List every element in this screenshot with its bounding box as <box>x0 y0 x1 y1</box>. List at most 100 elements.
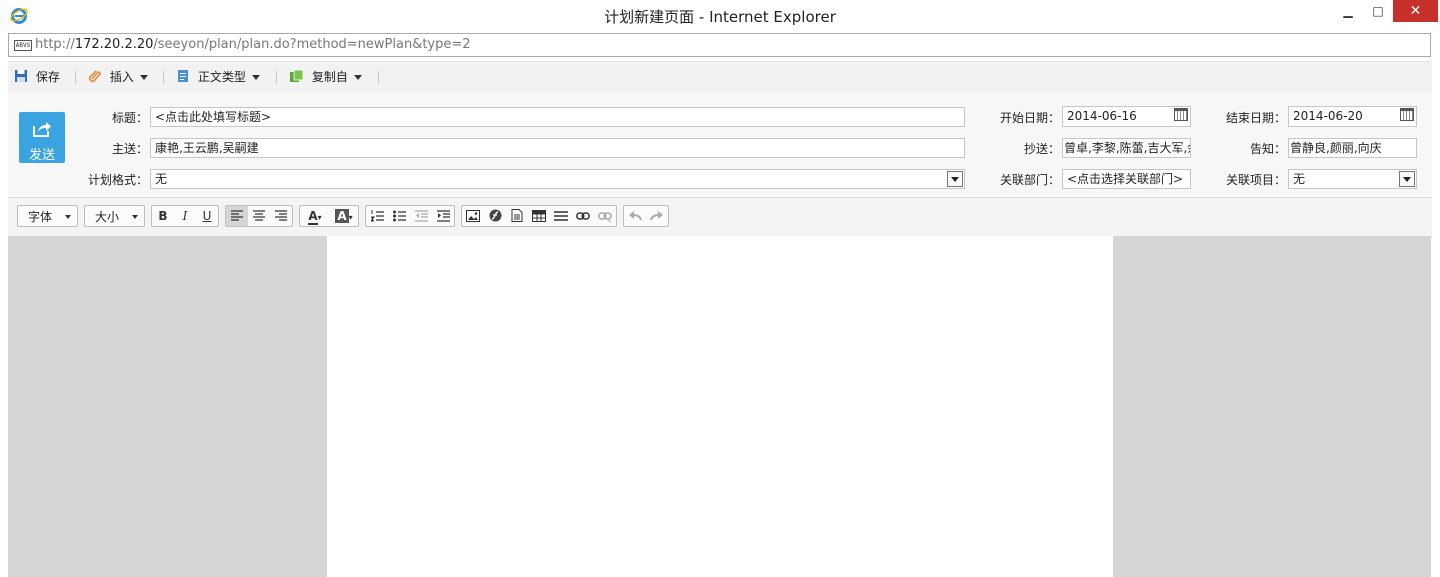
copy-from-label: 复制自 <box>311 70 348 84</box>
underline-button[interactable]: U <box>196 206 218 226</box>
notify-input[interactable]: 曾静良,颜丽,向庆 <box>1288 138 1417 158</box>
redo-button[interactable] <box>646 206 668 226</box>
insert-link-button[interactable] <box>572 206 594 226</box>
notify-label: 告知： <box>1249 142 1286 156</box>
send-button[interactable]: 发送 <box>19 112 65 163</box>
maximize-button[interactable]: □ <box>1363 0 1393 22</box>
calendar-icon[interactable] <box>1174 108 1188 121</box>
editor-toolbar: 字体 大小 B I U A▾ A ▾ <box>8 197 1432 237</box>
align-left-button[interactable] <box>226 206 248 226</box>
copy-icon <box>290 69 304 82</box>
indent-icon <box>436 210 450 222</box>
title-label: 标题： <box>111 111 148 125</box>
insert-image-button[interactable] <box>462 206 484 226</box>
insert-button[interactable]: 插入 <box>88 69 148 85</box>
horizontal-rule-button[interactable] <box>550 206 572 226</box>
project-label: 关联项目： <box>1225 173 1286 187</box>
flash-icon <box>489 209 501 222</box>
align-right-button[interactable] <box>270 206 292 226</box>
start-date-input[interactable]: 2014-06-16 <box>1062 106 1191 127</box>
close-button[interactable]: ✕ <box>1393 0 1438 22</box>
project-select[interactable]: 无 <box>1288 169 1417 189</box>
font-family-label: 字体 <box>28 210 53 224</box>
color-group: A▾ A ▾ <box>299 205 359 227</box>
align-left-icon <box>231 210 243 221</box>
background-color-button[interactable]: A ▾ <box>330 206 358 226</box>
align-right-icon <box>275 210 287 221</box>
window-titlebar: 计划新建页面 - Internet Explorer ▁ □ ✕ <box>0 0 1440 31</box>
chevron-down-icon <box>132 215 138 219</box>
insert-table-button[interactable] <box>528 206 550 226</box>
link-icon <box>576 212 590 220</box>
window-title: 计划新建页面 - Internet Explorer <box>604 8 836 26</box>
file-icon <box>511 209 523 222</box>
redo-icon <box>650 211 663 221</box>
chevron-down-icon <box>251 75 260 80</box>
insert-file-button[interactable] <box>506 206 528 226</box>
document-icon <box>178 70 188 82</box>
copy-from-button[interactable]: 复制自 <box>289 69 362 85</box>
action-toolbar: 保存 插入 正文类型 复制自 <box>8 61 1432 93</box>
history-group <box>623 205 669 227</box>
unlink-button[interactable] <box>594 206 616 226</box>
format-value: 无 <box>155 172 168 186</box>
image-icon <box>466 210 480 222</box>
cc-input[interactable]: 曾卓,李黎,陈蕾,吉大军,余 <box>1062 138 1191 158</box>
ordered-list-button[interactable] <box>366 206 388 226</box>
highlight-icon: A <box>335 209 349 223</box>
calendar-icon[interactable] <box>1400 108 1414 121</box>
chevron-down-icon <box>353 75 362 80</box>
undo-icon <box>629 211 642 221</box>
save-button[interactable]: 保存 <box>14 69 60 85</box>
to-input[interactable]: 康艳,王云鹏,吴嗣建 <box>150 138 965 158</box>
undo-button[interactable] <box>624 206 646 226</box>
toolbar-divider <box>378 71 379 84</box>
chevron-down-icon <box>139 75 148 80</box>
chevron-down-icon[interactable] <box>947 171 963 187</box>
outdent-icon <box>414 210 428 222</box>
insert-group <box>461 205 617 227</box>
font-color-icon: A <box>308 209 318 225</box>
bold-button[interactable]: B <box>152 206 174 226</box>
ordered-list-icon <box>369 210 384 222</box>
cc-label: 抄送： <box>1023 142 1060 156</box>
url-prefix: http:// <box>35 37 75 52</box>
send-label: 发送 <box>28 148 55 163</box>
indent-button[interactable] <box>432 206 454 226</box>
unordered-list-icon <box>392 210 406 222</box>
paperclip-icon <box>88 70 101 83</box>
save-label: 保存 <box>35 70 60 84</box>
to-label: 主送： <box>111 142 148 156</box>
font-family-dropdown[interactable]: 字体 <box>17 205 78 227</box>
align-center-button[interactable] <box>248 206 270 226</box>
font-size-dropdown[interactable]: 大小 <box>84 205 145 227</box>
address-url[interactable]: http://172.20.2.20/seeyon/plan/plan.do?m… <box>35 37 471 52</box>
outdent-button[interactable] <box>410 206 432 226</box>
toolbar-divider <box>276 71 277 84</box>
italic-button[interactable]: I <box>174 206 196 226</box>
body-type-label: 正文类型 <box>197 70 246 84</box>
toolbar-divider <box>163 71 164 84</box>
font-color-button[interactable]: A▾ <box>302 206 328 226</box>
url-path: /seeyon/plan/plan.do?method=newPlan&type… <box>153 37 471 52</box>
end-date-input[interactable]: 2014-06-20 <box>1288 106 1417 127</box>
address-bar[interactable]: ABVS http://172.20.2.20/seeyon/plan/plan… <box>8 33 1431 57</box>
title-input[interactable]: <点击此处填写标题> <box>150 107 965 127</box>
chevron-down-icon[interactable] <box>1399 171 1415 187</box>
page-icon: ABVS <box>14 40 32 51</box>
format-select[interactable]: 无 <box>150 169 965 189</box>
body-type-button[interactable]: 正文类型 <box>176 69 260 85</box>
start-date-value: 2014-06-16 <box>1067 109 1137 123</box>
editor-page[interactable] <box>327 236 1113 577</box>
start-date-label: 开始日期： <box>999 111 1060 125</box>
dept-label: 关联部门： <box>999 173 1060 187</box>
horizontal-rule-icon <box>554 211 568 221</box>
insert-flash-button[interactable] <box>484 206 506 226</box>
end-date-value: 2014-06-20 <box>1293 109 1363 123</box>
unordered-list-button[interactable] <box>388 206 410 226</box>
minimize-button[interactable]: ▁ <box>1333 0 1363 22</box>
format-label: 计划格式： <box>87 173 148 187</box>
alignment-group <box>225 205 293 227</box>
dept-input[interactable]: <点击选择关联部门> <box>1062 169 1191 189</box>
toolbar-divider <box>75 71 76 84</box>
